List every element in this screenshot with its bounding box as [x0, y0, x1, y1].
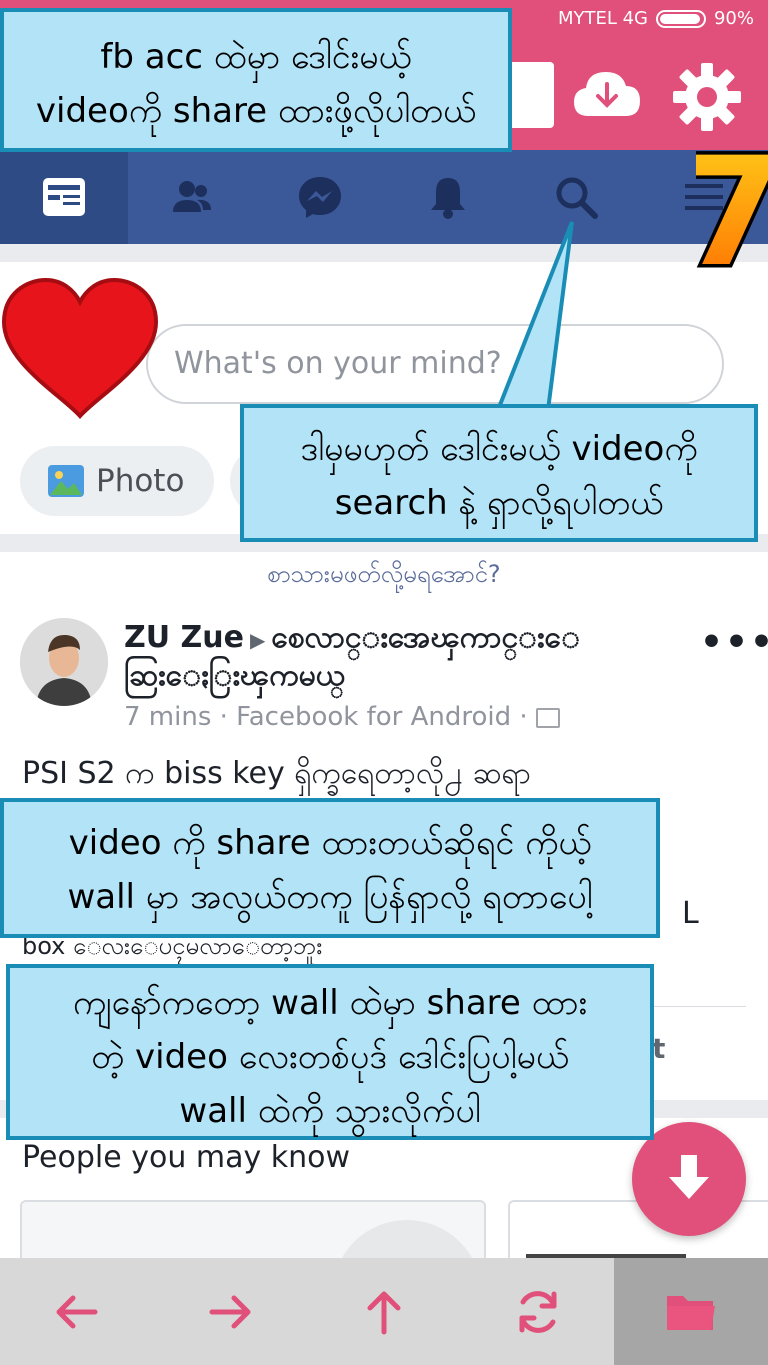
- tab-search[interactable]: [512, 150, 640, 244]
- status-bar: MYTEL 4G 90%: [558, 8, 754, 29]
- post-text: PSI S2 က biss key ရှိက္ခရေတာ့လို႕ ဆရာ: [22, 756, 532, 791]
- heart-icon: [1, 277, 159, 419]
- battery-icon: [655, 9, 706, 28]
- photo-label: Photo: [96, 463, 185, 499]
- callout-search-video: ဒါမှမဟုတ် ဒေါင်းမယ့် videoကို search နဲ့…: [240, 404, 758, 542]
- callout-share-video: fb acc ထဲမှာ ဒေါင်းမယ့် videoကို share ထ…: [0, 8, 512, 152]
- photo-icon: [48, 465, 84, 497]
- post-meta: 7 mins · Facebook for Android ·: [124, 702, 560, 732]
- search-icon: [556, 177, 598, 219]
- folder-button[interactable]: [614, 1258, 768, 1365]
- audience-icon: [535, 707, 560, 728]
- post-text-suffix: L: [682, 896, 699, 931]
- up-button[interactable]: [307, 1258, 461, 1365]
- callout-line: ကျနော်ကတော့ wall ထဲမှာ share ထား: [72, 983, 588, 1023]
- up-arrow-icon: [367, 1291, 401, 1334]
- step-number-seven: 7: [696, 132, 768, 278]
- callout-line: search နဲ့ ရှာလို့ရပါတယ်: [334, 483, 664, 523]
- tab-messenger[interactable]: [256, 150, 384, 244]
- tab-news-feed[interactable]: [0, 150, 128, 244]
- more-options-icon[interactable]: •••: [700, 622, 768, 663]
- tab-notifications[interactable]: [384, 150, 512, 244]
- post-meta-text: 7 mins · Facebook for Android ·: [124, 702, 528, 732]
- callout-line: ဒါမှမဟုတ် ဒေါင်းမယ့် videoကို: [300, 429, 698, 469]
- refresh-icon: [519, 1290, 557, 1333]
- share-action-fragment[interactable]: t: [652, 1032, 665, 1065]
- whats-on-your-mind-input[interactable]: What's on your mind?: [146, 324, 724, 404]
- people-you-may-know-heading: People you may know: [22, 1140, 351, 1175]
- avatar[interactable]: [20, 618, 108, 706]
- friends-icon: [173, 181, 211, 212]
- callout-line: တဲ့ video လေးတစ်ပုဒ် ဒေါင်းပြပါ့မယ်: [91, 1037, 569, 1077]
- carrier-label: MYTEL 4G: [557, 8, 648, 29]
- photo-button[interactable]: Photo: [20, 446, 214, 516]
- screen: MYTEL 4G 90% What's on your mind? Photo …: [0, 0, 768, 1365]
- step-number-text: 7: [696, 132, 768, 278]
- forward-arrow-icon: [209, 1295, 251, 1328]
- refresh-button[interactable]: [461, 1258, 615, 1365]
- cloud-download-icon[interactable]: [572, 66, 642, 122]
- download-arrow-icon: [669, 1155, 709, 1199]
- news-feed-icon: [43, 178, 85, 216]
- post-header: ZU Zue ▶ စေလာင္းအေၾကာင္းေ ဆြးေႏြးၾကမယ္: [124, 620, 664, 694]
- callout-line: wall မှာ အလွယ်တကူ ပြန်ရှာလို့ ရတာပေါ့: [67, 877, 593, 917]
- fb-nav-bar: [0, 150, 768, 244]
- back-button[interactable]: [0, 1258, 154, 1365]
- suggestion-link[interactable]: စာသားမဖတ်လို့မရအောင်?: [0, 558, 768, 594]
- callout-line: fb acc ထဲမှာ ဒေါင်းမယ့်: [100, 37, 412, 77]
- callout-line: videoကို share ထားဖို့လိုပါတယ်: [35, 91, 477, 131]
- callout-find-on-wall: video ကို share ထားတယ်ဆိုရင် ကိုယ့် wall…: [0, 798, 660, 938]
- back-arrow-icon: [56, 1295, 98, 1328]
- bottom-toolbar: [0, 1258, 768, 1365]
- callout-go-to-wall: ကျနော်ကတော့ wall ထဲမှာ share ထား တဲ့ vid…: [6, 964, 654, 1140]
- forward-button[interactable]: [154, 1258, 308, 1365]
- gear-icon[interactable]: [672, 62, 742, 132]
- author-name[interactable]: ZU Zue: [124, 620, 244, 655]
- battery-level: 90%: [713, 8, 754, 29]
- messenger-icon: [299, 177, 341, 218]
- caret-right-icon: ▶: [250, 628, 266, 652]
- folder-icon: [667, 1295, 716, 1330]
- bell-icon: [431, 178, 465, 219]
- callout-line: video ကို share ထားတယ်ဆိုရင် ကိုယ့်: [68, 823, 592, 863]
- callout-line: wall ထဲကို သွားလိုက်ပါ: [179, 1091, 481, 1131]
- tab-friends[interactable]: [128, 150, 256, 244]
